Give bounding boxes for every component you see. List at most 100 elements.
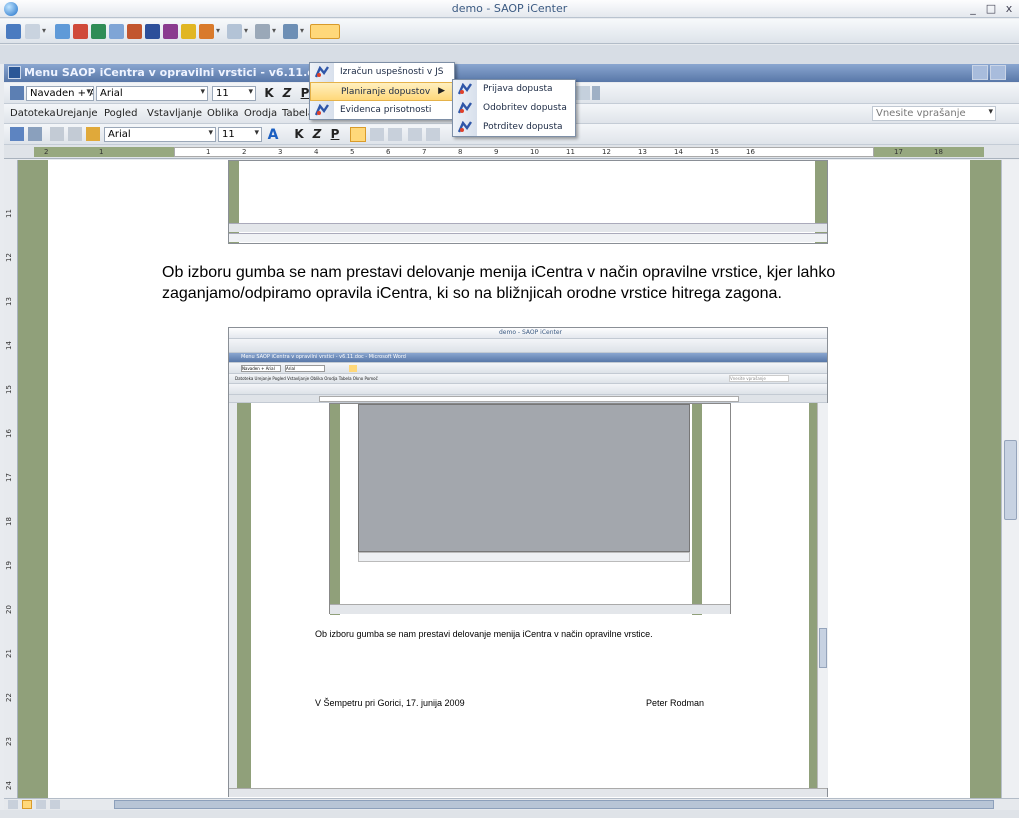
ruler-tick: 10 bbox=[530, 148, 539, 156]
submenu-item-prijava-dopusta[interactable]: Prijava dopusta bbox=[453, 80, 575, 99]
horizontal-scrollbar[interactable] bbox=[4, 798, 1019, 810]
ruler-tick: 2 bbox=[242, 148, 247, 156]
help-search-box[interactable]: Vnesite vprašanje bbox=[872, 106, 996, 121]
italic-button-2[interactable]: Z bbox=[310, 127, 324, 141]
mini-vscroll bbox=[817, 403, 828, 788]
menu-pogled[interactable]: Pogled bbox=[104, 108, 137, 119]
vruler-tick: 14 bbox=[5, 341, 13, 350]
align-right-icon[interactable] bbox=[388, 128, 402, 141]
icenter-app-icon bbox=[314, 65, 329, 79]
heart-icon[interactable] bbox=[163, 24, 178, 39]
bullets-icon[interactable] bbox=[426, 128, 440, 141]
chevron-down-icon[interactable]: ▾ bbox=[244, 26, 248, 35]
ruler-tick: 1 bbox=[99, 148, 104, 156]
minimize-button[interactable]: _ bbox=[966, 2, 980, 15]
align-left-icon[interactable] bbox=[350, 127, 366, 142]
chevron-down-icon[interactable]: ▾ bbox=[42, 26, 46, 35]
mini-docarea bbox=[237, 403, 817, 788]
paste-icon[interactable] bbox=[86, 127, 100, 141]
normal-view-icon[interactable] bbox=[8, 800, 18, 809]
chevron-down-icon[interactable]: ▾ bbox=[300, 26, 304, 35]
table-icon[interactable] bbox=[91, 24, 106, 39]
menu-datoteka[interactable]: Datoteka bbox=[10, 108, 56, 119]
align-center-icon[interactable] bbox=[370, 128, 384, 141]
print-icon[interactable] bbox=[28, 127, 42, 141]
menu-orodja[interactable]: Orodja bbox=[244, 108, 277, 119]
mini-help-box: Vnesite vprašanje bbox=[729, 375, 789, 382]
ruler-tick: 13 bbox=[638, 148, 647, 156]
vertical-scrollbar[interactable] bbox=[1001, 160, 1019, 798]
web-view-icon[interactable] bbox=[22, 800, 32, 809]
globe-icon[interactable] bbox=[127, 24, 142, 39]
embedded-screenshot: demo - SAOP iCenter Menu SAOP iCentra v … bbox=[228, 327, 828, 797]
cut-icon[interactable] bbox=[50, 127, 64, 141]
tools-icon[interactable] bbox=[255, 24, 270, 39]
ruler-margin-left bbox=[34, 147, 174, 157]
font-dropdown[interactable]: Arial bbox=[96, 86, 208, 101]
horizontal-scroll-thumb[interactable] bbox=[114, 800, 994, 809]
icenter-menu-button[interactable] bbox=[310, 24, 340, 39]
people-icon[interactable] bbox=[145, 24, 160, 39]
mini-align-icon bbox=[349, 365, 357, 372]
folder-icon[interactable] bbox=[6, 24, 21, 39]
mini-word-title-text: Menu SAOP iCentra v opravilni vrstici - … bbox=[241, 354, 406, 360]
menu-item-label: Izračun uspešnosti v JS bbox=[340, 67, 444, 77]
font-size-dropdown-2[interactable]: 11 bbox=[218, 127, 262, 142]
pen-icon[interactable] bbox=[283, 24, 298, 39]
status-bar bbox=[0, 810, 1019, 818]
shot-status-2 bbox=[229, 233, 827, 242]
window-icon[interactable] bbox=[227, 24, 242, 39]
menu-item-izracun-uspesnosti[interactable]: Izračun uspešnosti v JS bbox=[310, 63, 454, 82]
submenu-item-odobritev-dopusta[interactable]: Odobritev dopusta bbox=[453, 99, 575, 118]
font-color-icon[interactable]: A bbox=[266, 127, 280, 143]
styles-icon[interactable] bbox=[10, 86, 24, 100]
place-date-line: V Šempetru pri Gorici, 17. junija 2009 bbox=[315, 698, 465, 708]
icenter-app-icon bbox=[457, 101, 472, 115]
maximize-button[interactable]: □ bbox=[984, 2, 998, 15]
arrow-icon[interactable] bbox=[55, 24, 70, 39]
horizontal-ruler[interactable]: 2 1 1 2 3 4 5 6 7 8 9 10 11 12 13 14 15 … bbox=[4, 145, 1019, 159]
word-maximize-button[interactable] bbox=[990, 65, 1006, 80]
menu-vstavljanje[interactable]: Vstavljanje bbox=[147, 108, 202, 119]
chevron-down-icon[interactable]: ▾ bbox=[216, 26, 220, 35]
shot-status bbox=[229, 223, 827, 232]
chevron-down-icon[interactable]: ▾ bbox=[272, 26, 276, 35]
close-button[interactable]: x bbox=[1002, 2, 1016, 15]
save-icon[interactable] bbox=[10, 127, 24, 141]
menu-item-planiranje-dopustov[interactable]: Planiranje dopustov ▶ bbox=[310, 82, 454, 101]
vertical-scroll-thumb[interactable] bbox=[1004, 440, 1017, 520]
numbering-icon[interactable] bbox=[408, 128, 422, 141]
style-dropdown[interactable]: Navaden + Arial bbox=[26, 86, 94, 101]
icenter-toolbar: ▾ ▾ ▾ ▾ ▾ bbox=[0, 19, 1019, 44]
word-minimize-button[interactable] bbox=[972, 65, 988, 80]
page-icon[interactable] bbox=[25, 24, 40, 39]
ruler-tick: 1 bbox=[206, 148, 211, 156]
menu-urejanje[interactable]: Urejanje bbox=[56, 108, 98, 119]
italic-button[interactable]: Z bbox=[280, 86, 294, 100]
arrow-icon[interactable] bbox=[109, 24, 124, 39]
bold-button-2[interactable]: K bbox=[292, 127, 306, 141]
inner-body-paragraph: Ob izboru gumba se nam prestavi delovanj… bbox=[315, 629, 653, 639]
font-size-dropdown[interactable]: 11 bbox=[212, 86, 256, 101]
font-dropdown-2[interactable]: Arial bbox=[104, 127, 216, 142]
bold-button[interactable]: K bbox=[262, 86, 276, 100]
report-icon[interactable] bbox=[73, 24, 88, 39]
ruler-tick: 14 bbox=[674, 148, 683, 156]
copy-icon[interactable] bbox=[68, 127, 82, 141]
menu-item-evidenca-prisotnosti[interactable]: Evidenca prisotnosti bbox=[310, 101, 454, 120]
user-icon[interactable] bbox=[199, 24, 214, 39]
star-icon[interactable] bbox=[181, 24, 196, 39]
ruler-tick: 17 bbox=[894, 148, 903, 156]
mini-format-toolbar: Navaden + Arial Arial bbox=[229, 363, 827, 374]
toolbar-options-icon[interactable] bbox=[576, 86, 590, 100]
vruler-tick: 23 bbox=[5, 737, 13, 746]
submenu-item-potrditev-dopusta[interactable]: Potrditev dopusta bbox=[453, 118, 575, 137]
toolbar-chevron-icon[interactable] bbox=[592, 86, 600, 100]
menu-oblika[interactable]: Oblika bbox=[207, 108, 239, 119]
mini-vruler bbox=[229, 403, 237, 788]
outline-view-icon[interactable] bbox=[50, 800, 60, 809]
print-view-icon[interactable] bbox=[36, 800, 46, 809]
vertical-ruler[interactable]: 11 12 13 14 15 16 17 18 19 20 21 22 23 2… bbox=[4, 160, 18, 798]
underline-button-2[interactable]: P bbox=[328, 127, 342, 141]
mini-icenter-toolbar bbox=[229, 339, 827, 353]
